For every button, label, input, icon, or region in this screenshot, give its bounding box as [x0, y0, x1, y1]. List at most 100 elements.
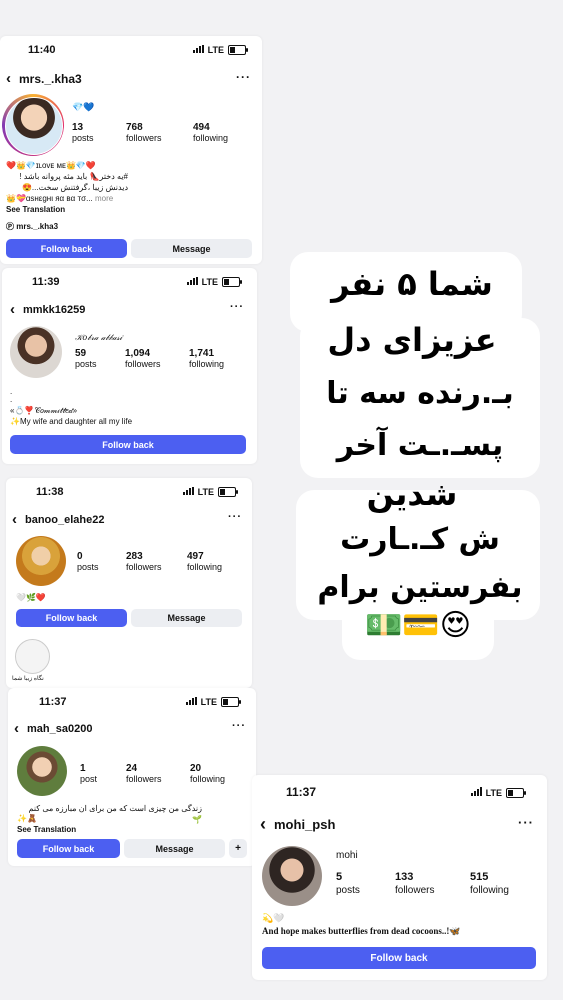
- profile-card-5: 11:37 LTE ‹ mohi_psh ··· mohi 5 posts 133…: [252, 775, 547, 980]
- see-translation-link[interactable]: See Translation: [17, 824, 76, 835]
- more-options-icon[interactable]: ···: [228, 511, 242, 523]
- more-link[interactable]: more: [95, 194, 113, 203]
- stat-followers[interactable]: 133 followers: [395, 871, 434, 897]
- stat-followers[interactable]: 768 followers: [126, 122, 162, 144]
- bio-line: ❤️👑💎ɪʟᴏᴠᴇ ᴍᴇ👑💎❤️: [6, 161, 96, 170]
- profile-username: mah_sa0200: [27, 722, 93, 735]
- avatar[interactable]: [10, 326, 62, 378]
- status-time: 11:37: [39, 696, 67, 708]
- message-button[interactable]: Message: [131, 239, 252, 258]
- stat-following[interactable]: 494 following: [193, 122, 228, 144]
- profile-name: 𝒦𝑜𝒷𝓇𝒶 𝒶𝒷𝒷𝒶𝓈𝒾: [75, 333, 123, 342]
- status-time: 11:39: [32, 276, 60, 288]
- signal-icon: [186, 277, 198, 285]
- bio-line: ✨🧸: [17, 814, 37, 823]
- bio-line: «💍❣️𝒞𝑜𝓂𝓂𝒾𝓉𝓉𝑒𝒹»: [10, 406, 78, 415]
- network-label: LTE: [200, 697, 217, 707]
- signal-icon: [192, 45, 204, 53]
- battery-icon: [221, 697, 241, 708]
- threads-link[interactable]: Ⓟ mrs._.kha3: [6, 221, 58, 232]
- battery-icon: [218, 487, 238, 498]
- bio-line: ✨My wife and daughter all my life: [10, 417, 133, 426]
- battery-icon: [228, 45, 248, 56]
- stat-posts[interactable]: 1 post: [80, 763, 97, 785]
- profile-username: mrs._.kha3: [19, 71, 82, 86]
- overlay-line: شما ۵ نفر: [331, 265, 493, 303]
- stat-posts[interactable]: 13 posts: [72, 122, 94, 144]
- bio-line: دیدنش زیبا ،گرفتنش سخت...😍: [21, 183, 128, 192]
- stat-following[interactable]: 1,741 following: [189, 348, 224, 370]
- add-user-icon[interactable]: +: [229, 839, 247, 858]
- signal-icon: [470, 787, 482, 796]
- overlay-line: بفرستین برام: [317, 570, 523, 605]
- profile-header: ‹ mmkk16259: [10, 301, 85, 318]
- profile-name: mohi: [336, 850, 358, 861]
- status-bar: 11:40 LTE: [28, 44, 248, 56]
- status-time: 11:37: [286, 785, 317, 799]
- back-arrow-icon[interactable]: ‹: [12, 511, 17, 528]
- threads-icon: Ⓟ: [6, 222, 14, 231]
- avatar[interactable]: [262, 846, 322, 906]
- battery-icon: [222, 277, 242, 288]
- back-arrow-icon[interactable]: ‹: [14, 720, 19, 737]
- follow-back-button[interactable]: Follow back: [17, 839, 120, 858]
- overlay-line: بـ.رنده سه تا: [326, 376, 514, 411]
- more-options-icon[interactable]: ···: [232, 720, 246, 732]
- highlight-label: نگاه زیبا شما: [12, 676, 44, 682]
- overlay-emoji: 💵💳😍: [365, 608, 471, 643]
- bio-line: #یه دختر👠 باید مثه پروانه باشد !: [19, 172, 128, 181]
- more-options-icon[interactable]: ···: [518, 815, 534, 830]
- overlay-line: پسـ.ـت آخر: [336, 428, 504, 463]
- status-bar: 11:37 LTE: [286, 785, 526, 799]
- back-arrow-icon[interactable]: ‹: [10, 301, 15, 318]
- stat-following[interactable]: 497 following: [187, 551, 222, 573]
- profile-name: 💎💙: [72, 102, 95, 112]
- profile-header: ‹ mah_sa0200: [14, 720, 92, 737]
- stat-followers[interactable]: 24 followers: [126, 763, 162, 785]
- status-bar: 11:37 LTE: [39, 696, 241, 708]
- more-options-icon[interactable]: ···: [230, 301, 244, 313]
- profile-username: mohi_psh: [274, 817, 336, 832]
- network-label: LTE: [197, 487, 214, 497]
- overlay-line: ش کـ.ـارت: [340, 522, 500, 557]
- avatar[interactable]: [5, 97, 63, 155]
- profile-header: ‹ banoo_elahe22: [12, 511, 104, 528]
- stat-posts[interactable]: 0 posts: [77, 551, 99, 573]
- highlight-thumbnail[interactable]: [15, 639, 50, 674]
- back-arrow-icon[interactable]: ‹: [6, 70, 11, 87]
- follow-back-button[interactable]: Follow back: [16, 609, 127, 627]
- profile-username: banoo_elahe22: [25, 513, 105, 526]
- signal-icon: [182, 487, 194, 495]
- bio-line: زندگی من چیزی است که من برای ان مبارزه م…: [28, 804, 202, 824]
- back-arrow-icon[interactable]: ‹: [260, 814, 266, 835]
- avatar[interactable]: [17, 746, 67, 796]
- battery-icon: [506, 787, 526, 798]
- network-label: LTE: [207, 45, 224, 55]
- profile-card-4: 11:37 LTE ‹ mah_sa0200 ··· 1 post 24 follo…: [8, 688, 256, 866]
- stat-followers[interactable]: 1,094 followers: [125, 348, 161, 370]
- status-bar: 11:39 LTE: [32, 276, 242, 288]
- follow-back-button[interactable]: Follow back: [10, 435, 246, 454]
- signal-icon: [185, 697, 197, 705]
- status-bar: 11:38 LTE: [36, 486, 238, 498]
- more-options-icon[interactable]: ···: [236, 70, 251, 84]
- message-button[interactable]: Message: [131, 609, 242, 627]
- bio-line: 💫🤍: [262, 913, 285, 923]
- profile-card-2: 11:39 LTE ‹ mmkk16259 ··· 𝒦𝑜𝒷𝓇𝒶 𝒶𝒷𝒷𝒶𝓈𝒾 5…: [2, 268, 257, 464]
- follow-back-button[interactable]: Follow back: [262, 947, 536, 969]
- bio-line: And hope makes butterflies from dead coc…: [262, 926, 461, 936]
- stat-posts[interactable]: 5 posts: [336, 871, 360, 897]
- stat-following[interactable]: 515 following: [470, 871, 509, 897]
- stat-following[interactable]: 20 following: [190, 763, 225, 785]
- message-button[interactable]: Message: [124, 839, 225, 858]
- bio-line: 👑💝ɑsнεgнι яα вα тσ... more: [6, 194, 114, 203]
- follow-back-button[interactable]: Follow back: [6, 239, 127, 258]
- stat-followers[interactable]: 283 followers: [126, 551, 162, 573]
- see-translation-link[interactable]: See Translation: [6, 204, 65, 215]
- profile-card-3: 11:38 LTE ‹ banoo_elahe22 ··· 0 posts 283…: [6, 478, 252, 688]
- stat-posts[interactable]: 59 posts: [75, 348, 97, 370]
- network-label: LTE: [201, 277, 218, 287]
- avatar[interactable]: [16, 536, 66, 586]
- profile-header: ‹ mrs._.kha3: [6, 70, 82, 87]
- profile-username: mmkk16259: [23, 303, 86, 316]
